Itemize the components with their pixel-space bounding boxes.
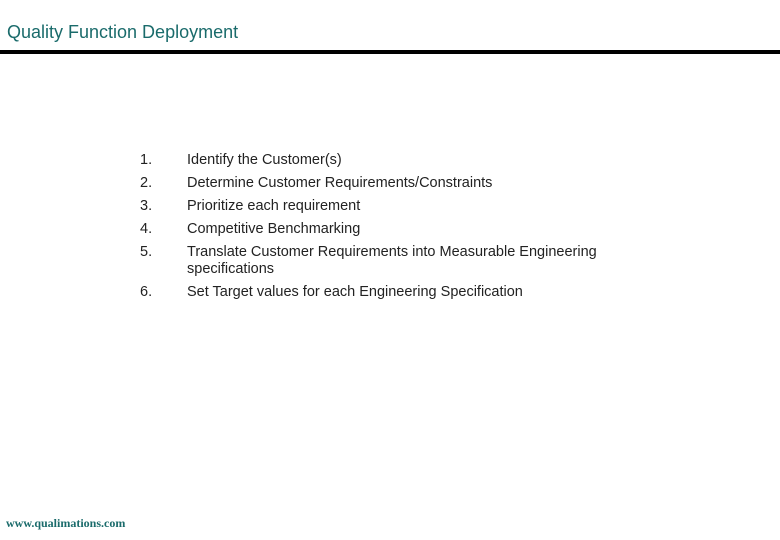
title-divider — [0, 50, 780, 54]
list-item: 3. Prioritize each requirement — [140, 198, 657, 215]
step-text: Identify the Customer(s) — [187, 152, 342, 168]
step-number: 2. — [140, 175, 153, 191]
list-item: 5. Translate Customer Requirements into … — [140, 244, 657, 278]
step-text: Translate Customer Requirements into Mea… — [187, 244, 597, 277]
step-text: Prioritize each requirement — [187, 198, 361, 214]
steps-list: 1. Identify the Customer(s) 2. Determine… — [140, 152, 657, 307]
step-number: 1. — [140, 152, 153, 168]
list-item: 6. Set Target values for each Engineerin… — [140, 284, 657, 301]
footer-url: www.qualimations.com — [6, 516, 126, 530]
list-item: 2. Determine Customer Requirements/Const… — [140, 175, 657, 192]
slide-title: Quality Function Deployment — [7, 22, 239, 42]
list-item: 1. Identify the Customer(s) — [140, 152, 657, 169]
step-text: Competitive Benchmarking — [187, 221, 361, 237]
list-item: 4. Competitive Benchmarking — [140, 221, 657, 238]
step-text: Set Target values for each Engineering S… — [187, 284, 523, 300]
step-number: 4. — [140, 221, 153, 237]
step-text: Determine Customer Requirements/Constrai… — [187, 175, 493, 191]
step-number: 5. — [140, 244, 153, 260]
step-number: 6. — [140, 284, 153, 300]
step-number: 3. — [140, 198, 153, 214]
